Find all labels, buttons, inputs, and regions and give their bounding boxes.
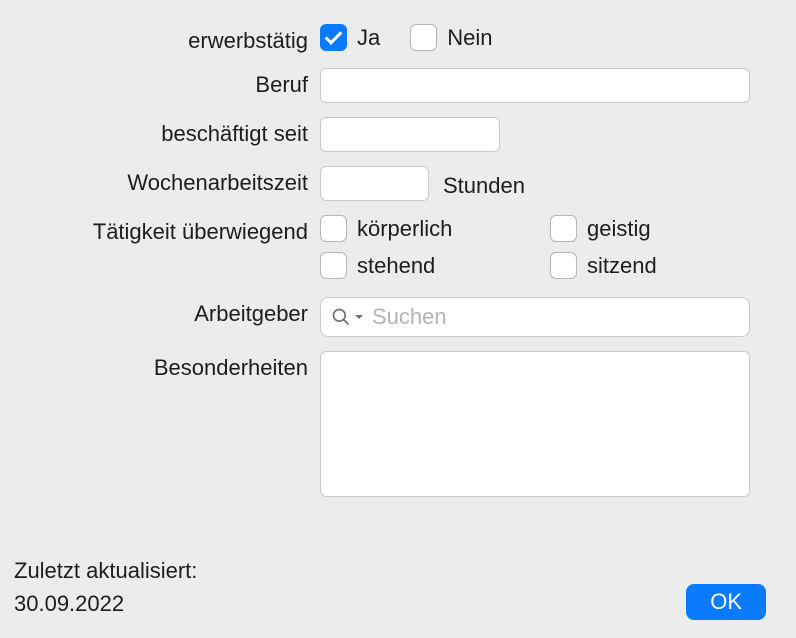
employed-yes-label: Ja [357, 24, 380, 51]
sitting-checkbox[interactable] [550, 252, 577, 279]
weekly-hours-input[interactable] [320, 166, 429, 201]
physical-label: körperlich [357, 216, 452, 242]
hours-unit-label: Stunden [443, 169, 525, 199]
employed-no-label: Nein [447, 24, 492, 51]
sitting-label: sitzend [587, 253, 657, 279]
notes-textarea[interactable] [320, 351, 750, 497]
employer-label: Arbeitgeber [0, 297, 320, 327]
employed-since-input[interactable] [320, 117, 500, 152]
occupation-input[interactable] [320, 68, 750, 103]
activity-mainly-label: Tätigkeit überwiegend [0, 215, 320, 245]
employed-no-checkbox[interactable] [410, 24, 437, 51]
physical-checkbox[interactable] [320, 215, 347, 242]
last-updated-label: Zuletzt aktualisiert: [14, 554, 197, 587]
employer-search-field[interactable] [320, 297, 750, 337]
employed-since-label: beschäftigt seit [0, 117, 320, 147]
standing-label: stehend [357, 253, 435, 279]
notes-label: Besonderheiten [0, 351, 320, 381]
last-updated-date: 30.09.2022 [14, 587, 197, 620]
weekly-hours-label: Wochenarbeitszeit [0, 166, 320, 196]
employer-search-input[interactable] [372, 304, 749, 330]
chevron-down-icon [354, 312, 364, 322]
ok-button[interactable]: OK [686, 584, 766, 620]
search-icon [331, 307, 351, 327]
last-updated: Zuletzt aktualisiert: 30.09.2022 [14, 554, 197, 620]
employed-label: erwerbstätig [0, 24, 320, 54]
standing-checkbox[interactable] [320, 252, 347, 279]
occupation-label: Beruf [0, 68, 320, 98]
mental-label: geistig [587, 216, 651, 242]
employed-yes-checkbox[interactable] [320, 24, 347, 51]
mental-checkbox[interactable] [550, 215, 577, 242]
